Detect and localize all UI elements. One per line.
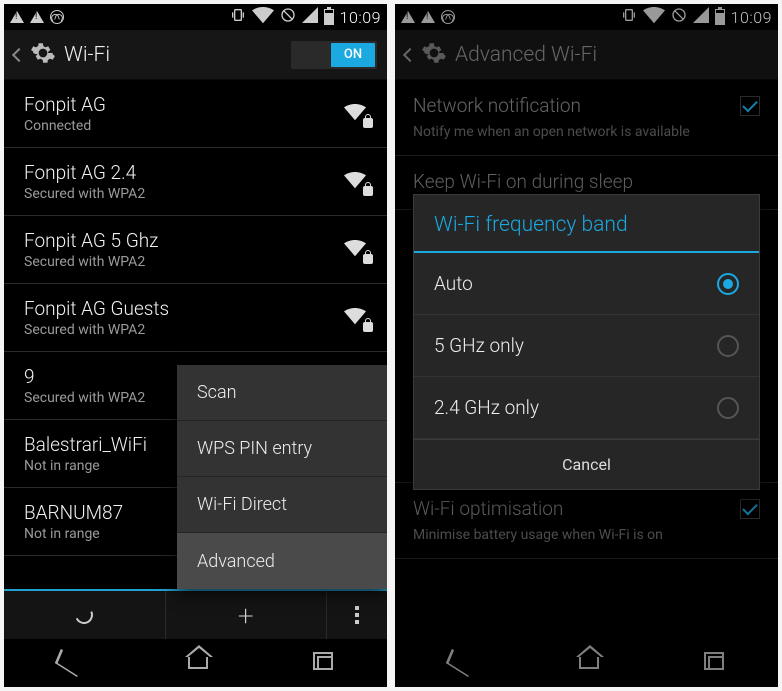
- nav-bar: [4, 639, 387, 687]
- wifi-toggle[interactable]: ON: [291, 41, 377, 69]
- radio-icon[interactable]: [717, 335, 739, 357]
- motorola-icon: [50, 10, 64, 24]
- page-title: Wi-Fi: [64, 43, 110, 67]
- plus-icon: +: [238, 599, 254, 632]
- vibrate-icon: [230, 7, 246, 27]
- menu-item[interactable]: Wi-Fi Direct: [177, 477, 387, 533]
- header: Wi-Fi ON: [4, 30, 387, 80]
- nav-home-icon[interactable]: [188, 657, 208, 669]
- network-status: Secured with WPA2: [24, 186, 341, 202]
- warning-icon: [10, 11, 24, 23]
- wifi-signal-icon: [341, 170, 369, 194]
- option-label: 2.4 GHz only: [434, 396, 717, 419]
- network-name: Fonpit AG: [24, 93, 341, 117]
- radio-icon[interactable]: [717, 397, 739, 419]
- menu-item[interactable]: Scan: [177, 365, 387, 421]
- wifi-signal-icon: [341, 102, 369, 126]
- signal-icon: [302, 7, 318, 27]
- network-status: Secured with WPA2: [24, 254, 341, 270]
- dialog-option[interactable]: 5 GHz only: [414, 315, 759, 377]
- clock: 10:09: [340, 8, 381, 27]
- overflow-button[interactable]: [327, 591, 387, 639]
- data-icon: [280, 7, 296, 27]
- wifi-signal-icon: [341, 306, 369, 330]
- phone-left: 10:09 Wi-Fi ON Fonpit AGConnectedFonpit …: [4, 4, 387, 687]
- network-name: Fonpit AG 5 Ghz: [24, 229, 341, 253]
- network-status: Connected: [24, 118, 341, 134]
- status-bar: 10:09: [4, 4, 387, 30]
- lock-icon: [363, 186, 373, 196]
- menu-item[interactable]: WPS PIN entry: [177, 421, 387, 477]
- overflow-menu: ScanWPS PIN entryWi-Fi DirectAdvanced: [177, 365, 387, 589]
- nav-back-icon[interactable]: [54, 649, 82, 677]
- dialog-option[interactable]: Auto: [414, 253, 759, 315]
- lock-icon: [363, 118, 373, 128]
- wifi-network-row[interactable]: Fonpit AGConnected: [4, 80, 387, 148]
- dialog-title: Wi-Fi frequency band: [414, 195, 759, 253]
- radio-icon[interactable]: [717, 273, 739, 295]
- wifi-icon: [252, 6, 274, 28]
- wifi-signal-icon: [341, 238, 369, 262]
- dialog-option[interactable]: 2.4 GHz only: [414, 377, 759, 439]
- action-bar: +: [4, 589, 387, 639]
- wifi-network-row[interactable]: Fonpit AG GuestsSecured with WPA2: [4, 284, 387, 352]
- nav-recent-icon[interactable]: [317, 656, 333, 670]
- network-name: Fonpit AG Guests: [24, 297, 341, 321]
- wifi-network-row[interactable]: Fonpit AG 5 GhzSecured with WPA2: [4, 216, 387, 284]
- menu-item[interactable]: Advanced: [177, 533, 387, 589]
- cancel-label: Cancel: [562, 455, 611, 474]
- battery-icon: [324, 9, 334, 25]
- dialog-cancel-button[interactable]: Cancel: [414, 439, 759, 489]
- network-status: Secured with WPA2: [24, 322, 341, 338]
- option-label: 5 GHz only: [434, 334, 717, 357]
- refresh-icon: [73, 603, 96, 626]
- warning-icon: [30, 11, 44, 23]
- dots-icon: [355, 606, 359, 624]
- gear-icon[interactable]: [30, 40, 56, 70]
- add-network-button[interactable]: +: [166, 591, 328, 639]
- back-chevron-icon[interactable]: [12, 47, 26, 61]
- refresh-button[interactable]: [4, 591, 166, 639]
- option-label: Auto: [434, 272, 717, 295]
- frequency-band-dialog: Wi-Fi frequency band Auto 5 GHz only 2.4 G…: [413, 194, 760, 490]
- network-name: Fonpit AG 2.4: [24, 161, 341, 185]
- wifi-network-row[interactable]: Fonpit AG 2.4Secured with WPA2: [4, 148, 387, 216]
- toggle-label: ON: [344, 47, 362, 62]
- lock-icon: [363, 254, 373, 264]
- lock-icon: [363, 322, 373, 332]
- phone-right: 10:09 Advanced Wi-Fi Network notificatio…: [395, 4, 778, 687]
